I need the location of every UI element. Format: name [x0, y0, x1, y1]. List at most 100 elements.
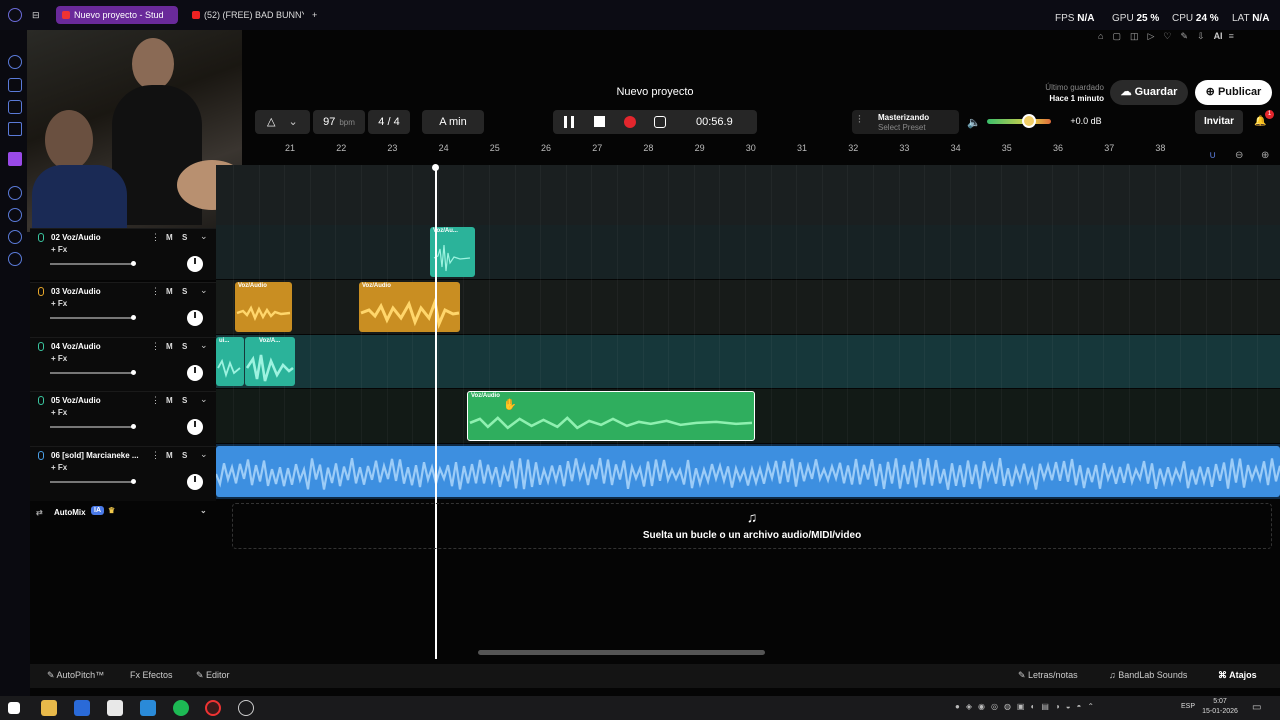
twitch-icon[interactable]	[8, 152, 22, 166]
stop-icon[interactable]	[594, 116, 605, 127]
audio-clip[interactable]: Voz/Audio	[359, 282, 460, 332]
audio-clip-beat[interactable]	[216, 446, 1280, 497]
solo-button[interactable]: S	[182, 451, 187, 460]
more-options-icon[interactable]: ⋮	[151, 232, 160, 243]
timeline-ruler[interactable]: 21 22 23 24 25 26 27 28 29 30 31 32 33 34 35 36 37 38	[242, 143, 1200, 159]
slider-handle[interactable]	[131, 261, 136, 266]
shortcuts-button[interactable]: ⌘ Atajos	[1218, 670, 1257, 681]
track-volume-slider[interactable]	[50, 479, 136, 484]
chevron-down-icon[interactable]: ⌄	[200, 285, 208, 296]
bell-icon[interactable]: 🔔	[1254, 116, 1266, 127]
pan-knob[interactable]	[187, 365, 203, 381]
sidebar-app-icon[interactable]	[8, 186, 22, 200]
audio-clip[interactable]: Voz/A...	[245, 337, 295, 386]
tab-youtube[interactable]: (52) (FREE) BAD BUNNY X	[186, 6, 304, 24]
sidebar-app-icon[interactable]	[8, 100, 22, 114]
track-header[interactable]: 03 Voz/Audio + Fx ⋮ M S ⌄	[30, 282, 216, 337]
mute-button[interactable]: M	[166, 396, 173, 405]
new-tab-button[interactable]: +	[312, 6, 326, 24]
store-icon[interactable]	[107, 700, 123, 716]
audio-clip[interactable]: Voz/Audio	[235, 282, 292, 332]
key-field[interactable]: A min	[422, 110, 484, 134]
zoom-out-icon[interactable]: ⊖	[1235, 150, 1243, 161]
solo-button[interactable]: S	[182, 287, 187, 296]
track-header[interactable]: 06 [sold] Marcianeke ... + Fx ⋮ M S ⌄	[30, 446, 216, 501]
audio-clip[interactable]: Voz/Au...	[430, 227, 475, 277]
track-name[interactable]: 02 Voz/Audio	[51, 233, 101, 242]
settings-icon[interactable]	[8, 252, 22, 266]
pan-knob[interactable]	[187, 256, 203, 272]
chevron-down-icon[interactable]: ⌄	[200, 449, 208, 460]
vscode-icon[interactable]	[140, 700, 156, 716]
track-name[interactable]: 06 [sold] Marcianeke ...	[51, 451, 139, 460]
taskbar-clock[interactable]: 5:07 15-01-2026	[1200, 697, 1240, 717]
master-volume-slider[interactable]	[987, 119, 1051, 124]
sidebar-app-icon[interactable]	[8, 230, 22, 244]
shield-icon[interactable]: ◫	[1130, 31, 1148, 41]
system-tray-icons[interactable]: ●◈◉◎◍▣◐▤◑◒◓⌃	[955, 702, 1100, 711]
track-name[interactable]: 04 Voz/Audio	[51, 342, 101, 351]
play-icon[interactable]: ▷	[1147, 31, 1163, 41]
project-title[interactable]: Nuevo proyecto	[560, 86, 750, 98]
more-options-icon[interactable]: ⋮	[151, 341, 160, 352]
mute-button[interactable]: M	[166, 287, 173, 296]
playhead[interactable]	[435, 165, 437, 659]
obs-icon[interactable]	[238, 700, 254, 716]
pan-knob[interactable]	[187, 419, 203, 435]
track-volume-slider[interactable]	[50, 424, 136, 429]
time-signature-field[interactable]: 4 / 4	[368, 110, 410, 134]
lyrics-button[interactable]: ✎ Letras/notas	[1018, 670, 1078, 681]
automix-row[interactable]: ⇄ AutoMix IA ♛ ⌄	[30, 500, 216, 526]
slider-handle[interactable]	[131, 315, 136, 320]
chevron-down-icon[interactable]: ⌄	[200, 394, 208, 405]
more-options-icon[interactable]: ⋮	[151, 450, 160, 461]
add-fx-button[interactable]: + Fx	[51, 299, 67, 308]
audio-clip-selected[interactable]: Voz/Audio ✋	[467, 391, 755, 441]
tab-studio[interactable]: Nuevo proyecto - Stud	[56, 6, 178, 24]
mute-button[interactable]: M	[166, 342, 173, 351]
bandlab-sounds-button[interactable]: ♫ BandLab Sounds	[1109, 670, 1187, 680]
menu-icon[interactable]: ≡	[1229, 31, 1234, 41]
mastering-preset-button[interactable]: Masterizando Select Preset ⫶	[852, 110, 959, 134]
more-options-icon[interactable]: ⋮	[151, 395, 160, 406]
windows-start-icon[interactable]	[8, 702, 20, 714]
invite-button[interactable]: Invitar	[1195, 110, 1243, 134]
track-name[interactable]: 03 Voz/Audio	[51, 287, 101, 296]
add-fx-button[interactable]: + Fx	[51, 463, 67, 472]
track-header[interactable]: 04 Voz/Audio + Fx ⋮ M S ⌄	[30, 337, 216, 392]
language-indicator[interactable]: ESP	[1181, 703, 1195, 710]
chevron-down-icon[interactable]: ⌄	[200, 231, 208, 242]
track-volume-slider[interactable]	[50, 315, 136, 320]
brush-icon[interactable]: ✎	[1180, 31, 1197, 41]
track-volume-slider[interactable]	[50, 370, 136, 375]
track-header[interactable]: 05 Voz/Audio + Fx ⋮ M S ⌄	[30, 391, 216, 446]
add-fx-button[interactable]: + Fx	[51, 354, 67, 363]
notifications-icon[interactable]: ▭	[1252, 702, 1261, 713]
speaker-icon[interactable]: 🔈	[967, 116, 981, 129]
track-lane[interactable]	[216, 165, 1280, 225]
tab-list-icon[interactable]: ⊟	[32, 6, 46, 24]
sidebar-app-icon[interactable]	[8, 78, 22, 92]
spotify-icon[interactable]	[173, 700, 189, 716]
metronome-button[interactable]: △ ⌄	[255, 110, 310, 134]
audio-clip[interactable]: ui...	[216, 337, 244, 386]
track-header[interactable]: 02 Voz/Audio + Fx ⋮ M S ⌄	[30, 228, 216, 280]
slider-handle[interactable]	[131, 479, 136, 484]
solo-button[interactable]: S	[182, 233, 187, 242]
file-explorer-icon[interactable]	[41, 700, 57, 716]
add-fx-button[interactable]: + Fx	[51, 408, 67, 417]
magnet-icon[interactable]: ∪	[1209, 150, 1216, 161]
outlook-icon[interactable]	[74, 700, 90, 716]
editor-button[interactable]: ✎ Editor	[196, 670, 230, 681]
publish-button[interactable]: ⊕ Publicar	[1195, 80, 1272, 105]
chevron-down-icon[interactable]: ⌄	[289, 116, 298, 128]
mute-button[interactable]: M	[166, 233, 173, 242]
chevron-down-icon[interactable]: ⌄	[200, 506, 207, 515]
heart-icon[interactable]: ♡	[1163, 31, 1180, 41]
slider-handle[interactable]	[131, 370, 136, 375]
playhead-handle[interactable]	[432, 164, 439, 171]
bpm-field[interactable]: 97 bpm	[313, 110, 365, 134]
track-lane[interactable]	[216, 335, 1280, 388]
history-icon[interactable]	[8, 208, 22, 222]
volume-slider-handle[interactable]	[1022, 114, 1036, 128]
